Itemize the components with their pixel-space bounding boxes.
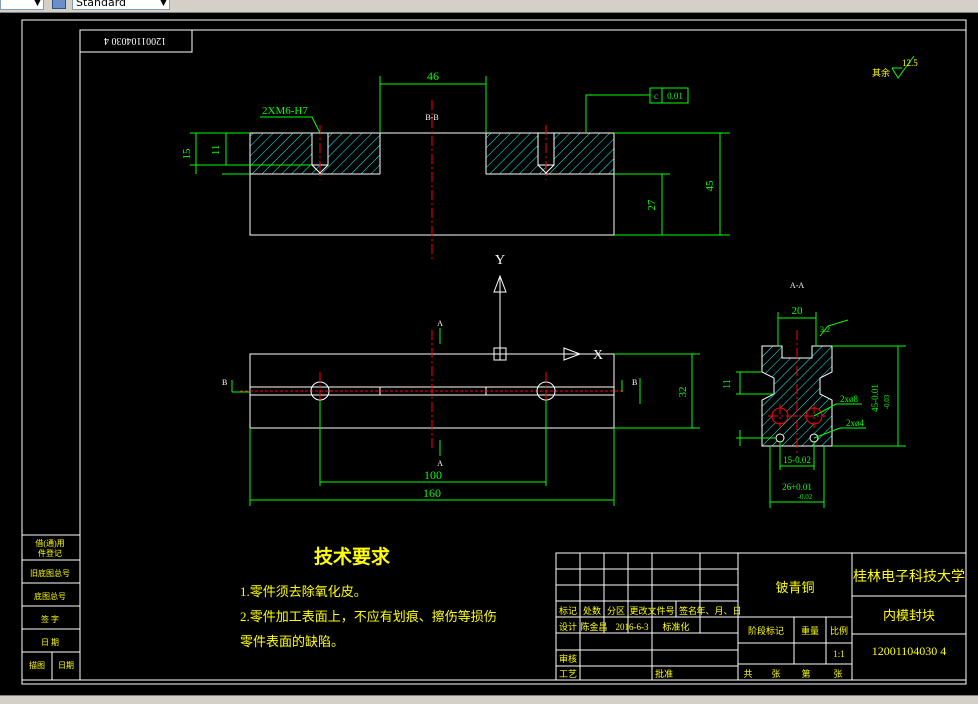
text-style-combo[interactable]: Standard <box>72 0 170 10</box>
row-label: 标记 <box>559 605 577 616</box>
section-view-top: B-B 46 2XM6-H7 c 0.01 15 11 27 45 <box>181 69 730 262</box>
section-marker-a: A <box>437 319 443 328</box>
section-label: B-B <box>425 113 438 122</box>
stage-label: 阶段标记 <box>748 625 784 636</box>
row-label: 分区 <box>607 606 625 616</box>
row-label: 处数 <box>583 605 601 616</box>
side-label: 日 期 <box>41 638 59 647</box>
chevron-down-icon[interactable]: ▼ <box>160 0 167 8</box>
side-label: 底图总号 <box>34 591 66 601</box>
approve-label: 批准 <box>655 668 673 679</box>
dim-45-tol2: -0.03 <box>883 394 891 409</box>
review-label: 审核 <box>559 653 577 664</box>
sheets-label: 共 <box>743 669 752 679</box>
drawing-canvas[interactable]: 12001104030 4 借(通)用 件登记 旧底图总号 底图总号 签 字 日… <box>0 12 978 695</box>
side-label: 借(通)用 <box>35 538 64 548</box>
weight-label: 重量 <box>801 625 819 636</box>
dim-11: 11 <box>210 145 222 156</box>
title-block: 铍青铜 桂林电子科技大学 内模封块 12001104030 4 标记 处数 分区… <box>555 552 967 681</box>
row-label: 签名 <box>679 605 697 616</box>
scale: 1:1 <box>833 649 845 659</box>
flatness-value: 0.01 <box>667 91 683 101</box>
section-marker-b: B <box>222 378 227 387</box>
scale-label: 比例 <box>830 625 848 636</box>
school-name: 桂林电子科技大学 <box>853 569 965 585</box>
inner-frame <box>79 29 967 681</box>
dim-20: 20 <box>792 305 804 317</box>
ucs-icon: Y X <box>493 253 603 363</box>
page-label: 张 <box>833 669 842 679</box>
hole-callout: 2XM6-H7 <box>262 105 308 117</box>
surface-finish-symbol: 12.5 其余 <box>872 55 918 79</box>
text-style-icon[interactable] <box>52 0 66 9</box>
designer-label: 设计 <box>559 621 577 632</box>
tech-req-line: 1.零件须去除氧化皮。 <box>240 584 367 599</box>
side-label: 件登记 <box>38 548 62 558</box>
designer: 陈金昌 <box>580 621 607 632</box>
surface-finish-label: 其余 <box>872 67 890 78</box>
dim-160: 160 <box>423 486 441 500</box>
side-label: 描图 <box>29 660 45 670</box>
dim-32: 32 <box>677 387 689 398</box>
side-label: 日期 <box>58 661 74 670</box>
material: 铍青铜 <box>775 580 814 595</box>
hole-callout-4: 2xø4 <box>846 418 865 428</box>
dim-27: 27 <box>646 199 658 211</box>
hole-callout-8: 2xø8 <box>840 394 859 404</box>
technical-requirements: 技术要求 1.零件须去除氧化皮。 2.零件加工表面上，不应有划痕、擦伤等损伤 零… <box>240 545 497 649</box>
dim-45: 45 <box>704 180 716 192</box>
tech-req-line: 零件表面的缺陷。 <box>240 634 344 649</box>
part-name: 内模封块 <box>883 608 935 623</box>
dim-100: 100 <box>424 468 442 482</box>
svg-text:c: c <box>654 91 658 101</box>
page-label: 第 <box>801 668 810 679</box>
process-label: 工艺 <box>559 669 577 679</box>
x-axis-label: X <box>593 348 603 363</box>
dim-45-tol: 45-0.01 <box>870 384 880 412</box>
dim-15: 15 <box>181 148 193 160</box>
chevron-down-icon[interactable]: ▼ <box>34 0 41 8</box>
surface-finish-value: 12.5 <box>902 58 918 68</box>
side-label: 签 字 <box>41 614 59 624</box>
side-label: 旧底图总号 <box>30 568 70 578</box>
plan-view: B A A B 100 160 32 <box>222 319 700 506</box>
part-number-mirrored: 12001104030 4 <box>104 35 166 46</box>
dim-11: 11 <box>722 379 733 389</box>
dim-15-tol: 15-0.02 <box>783 455 811 465</box>
section-marker-b: B <box>632 378 637 387</box>
sheet-label: 张 <box>771 669 780 679</box>
dim-26-tol2: -0.02 <box>798 493 813 501</box>
side-table: 借(通)用 件登记 旧底图总号 底图总号 签 字 日 期 描图 日期 <box>21 534 81 681</box>
section-view-aa: A-A 20 3.2 11 2xø8 2xø4 45-0.01 -0.03 15… <box>722 281 906 508</box>
dim-26-tol: 26+0.01 <box>782 482 812 492</box>
design-date: 2016-6-3 <box>616 622 649 632</box>
row-label: 更改文件号 <box>629 605 674 616</box>
row-label: 年、月、日 <box>696 605 741 616</box>
y-axis-label: Y <box>495 253 505 268</box>
dim-3-2: 3.2 <box>820 325 830 334</box>
section-title: A-A <box>790 281 804 290</box>
dim-46: 46 <box>427 69 439 83</box>
tech-req-title: 技术要求 <box>314 545 391 568</box>
tech-req-line: 2.零件加工表面上，不应有划痕、擦伤等损伤 <box>240 609 497 624</box>
std-label: 标准化 <box>662 621 689 632</box>
section-marker-a: A <box>437 459 443 468</box>
drawing-number: 12001104030 4 <box>872 644 947 658</box>
